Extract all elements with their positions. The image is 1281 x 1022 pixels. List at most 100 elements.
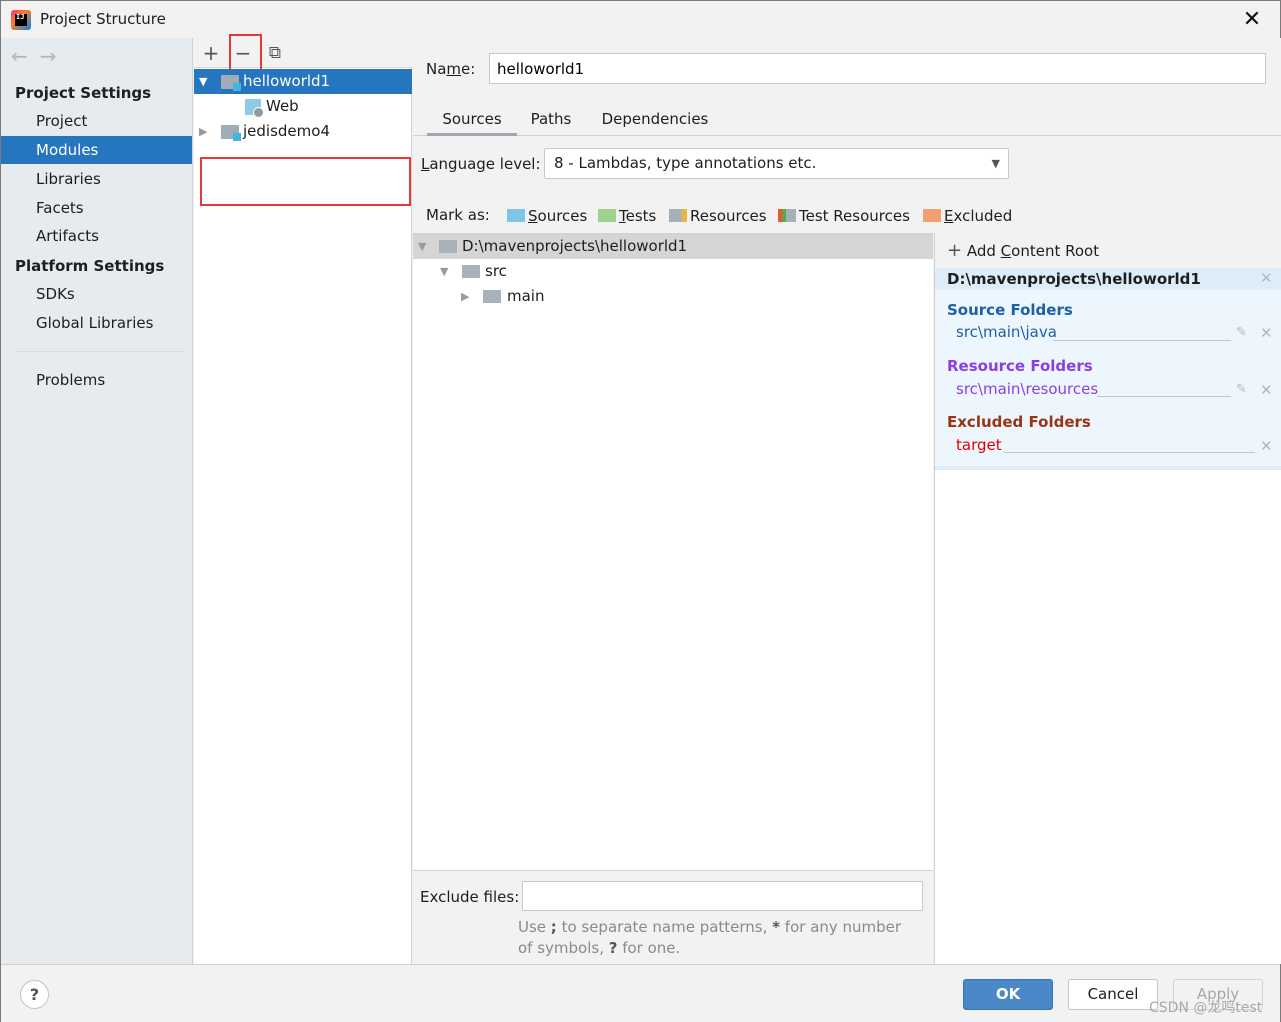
chevron-down-icon: ▼ [991,157,1000,170]
forward-arrow-icon[interactable]: → [40,44,57,68]
source-folder-path[interactable]: src\main\java [956,323,1057,341]
sidebar-item-label: Modules [36,141,99,159]
remove-button-highlight [229,34,262,73]
sidebar-item-global-libraries[interactable]: Global Libraries [1,309,192,337]
expanded-caret-icon[interactable]: ▼ [440,259,448,284]
tree-item-label: helloworld1 [243,72,331,90]
language-level-label: Language level: [421,155,541,173]
test-resources-folder-icon [778,209,796,222]
remove-source-folder-icon[interactable]: ✕ [1260,324,1273,342]
sidebar-item-label: Project [36,112,88,130]
copy-module-button[interactable]: ⧉ [262,40,288,66]
source-tree-main[interactable]: ▶ main [413,284,933,309]
exclude-files-input[interactable] [522,881,923,911]
name-label: Name: [426,60,476,78]
dialog-footer: ? OK Cancel Apply CSDN @龙鸣test [1,964,1280,1022]
collapsed-caret-icon[interactable]: ▶ [461,284,469,309]
tree-item-helloworld1[interactable]: ▼ helloworld1 [194,69,412,94]
content-root-path: D:\mavenprojects\helloworld1 [935,268,1281,290]
source-folders-title: Source Folders [947,301,1073,319]
excluded-folder-underline [1003,452,1255,453]
project-settings-header: Project Settings [15,84,152,102]
tree-item-web[interactable]: Web [194,94,412,119]
project-structure-dialog: IJ Project Structure ✕ ← → Project Settin… [0,0,1281,1022]
source-tree: ▼ D:\mavenprojects\helloworld1 ▼ src ▶ m… [413,233,933,870]
csdn-watermark: CSDN @龙鸣test [1149,1000,1263,1016]
mark-as-resources-button[interactable]: Resources [669,207,767,225]
tree-item-jedisdemo4[interactable]: ▶ jedisdemo4 [194,119,412,144]
add-content-root-button[interactable]: + Add Content Root [935,233,1281,268]
back-arrow-icon[interactable]: ← [11,44,28,68]
source-tree-src[interactable]: ▼ src [413,259,933,284]
title-bar: IJ Project Structure ✕ [1,1,1280,38]
sidebar-item-label: Facets [36,199,84,217]
tab-paths[interactable]: Paths [525,110,577,136]
expanded-caret-icon[interactable]: ▼ [418,234,426,259]
edit-pencil-icon[interactable]: ✎ [1236,325,1247,340]
collapsed-caret-icon[interactable]: ▶ [199,119,207,144]
source-tree-label: main [507,287,545,305]
cancel-button[interactable]: Cancel [1068,979,1158,1010]
source-tree-label: D:\mavenprojects\helloworld1 [462,237,688,255]
sidebar-item-artifacts[interactable]: Artifacts [1,222,192,250]
exclude-files-label: Exclude files: [420,888,520,906]
mark-as-sources-button[interactable]: Sources [507,207,587,225]
source-folder-underline [1053,340,1231,341]
sidebar-item-problems[interactable]: Problems [1,366,192,394]
sidebar-item-libraries[interactable]: Libraries [1,165,192,193]
content-roots-panel: + Add Content Root D:\mavenprojects\hell… [934,233,1281,964]
content-root-box: D:\mavenprojects\helloworld1 ✕ Source Fo… [935,268,1281,470]
tree-item-label: jedisdemo4 [243,122,330,140]
source-tree-root[interactable]: ▼ D:\mavenprojects\helloworld1 [413,234,933,259]
sidebar-item-modules[interactable]: Modules [1,136,192,164]
sidebar-item-project[interactable]: Project [1,107,192,135]
empty-area-highlight [200,157,411,206]
sidebar-item-sdks[interactable]: SDKs [1,280,192,308]
ok-button[interactable]: OK [963,979,1053,1010]
modules-toolbar: + − ⧉ [194,38,412,68]
resource-folders-title: Resource Folders [947,357,1093,375]
source-tree-label: src [485,262,507,280]
tab-dependencies[interactable]: Dependencies [597,110,713,136]
mark-as-test-resources-button[interactable]: Test Resources [778,207,910,225]
language-level-value: 8 - Lambdas, type annotations etc. [554,154,817,172]
module-details: Name: Sources Paths Dependencies Languag… [413,38,1281,964]
folder-icon [483,290,501,303]
tab-sources[interactable]: Sources [427,110,517,136]
language-level-select[interactable]: 8 - Lambdas, type annotations etc. ▼ [544,148,1009,179]
folder-icon [462,265,480,278]
nav-arrows: ← → [11,44,69,68]
expanded-caret-icon[interactable]: ▼ [199,69,207,94]
settings-sidebar: ← → Project Settings Project Modules Libr… [1,38,193,964]
help-icon[interactable]: ? [20,980,49,1009]
sidebar-item-label: Artifacts [36,227,99,245]
sidebar-item-facets[interactable]: Facets [1,194,192,222]
exclude-files-area: Exclude files: Use ; to separate name pa… [413,870,933,964]
module-folder-icon [221,125,241,141]
remove-resource-folder-icon[interactable]: ✕ [1260,381,1273,399]
tree-item-label: Web [266,97,299,115]
resource-folder-path[interactable]: src\main\resources [956,380,1098,398]
add-module-button[interactable]: + [198,40,224,66]
tests-folder-icon [598,209,616,222]
sidebar-divider [15,351,185,352]
excluded-folders-title: Excluded Folders [947,413,1091,431]
mark-as-label: Mark as: [426,206,490,224]
close-icon[interactable]: ✕ [1239,7,1265,33]
sidebar-item-label: SDKs [36,285,75,303]
resource-folder-underline [1097,396,1231,397]
edit-pencil-icon[interactable]: ✎ [1236,382,1247,397]
sidebar-item-label: Global Libraries [36,314,154,332]
module-name-input[interactable] [489,53,1266,84]
module-tabs: Sources Paths Dependencies [413,102,1281,136]
mark-as-tests-button[interactable]: Tests [598,207,656,225]
remove-content-root-icon[interactable]: ✕ [1260,269,1273,287]
exclude-files-hint: Use ; to separate name patterns, * for a… [518,918,902,957]
remove-excluded-folder-icon[interactable]: ✕ [1260,437,1273,455]
intellij-app-icon: IJ [11,10,31,30]
excluded-folder-icon [923,209,941,222]
mark-as-excluded-button[interactable]: Excluded [923,207,1012,225]
sources-folder-icon [507,209,525,222]
plus-icon: + [947,240,963,261]
excluded-folder-path[interactable]: target [956,436,1002,454]
